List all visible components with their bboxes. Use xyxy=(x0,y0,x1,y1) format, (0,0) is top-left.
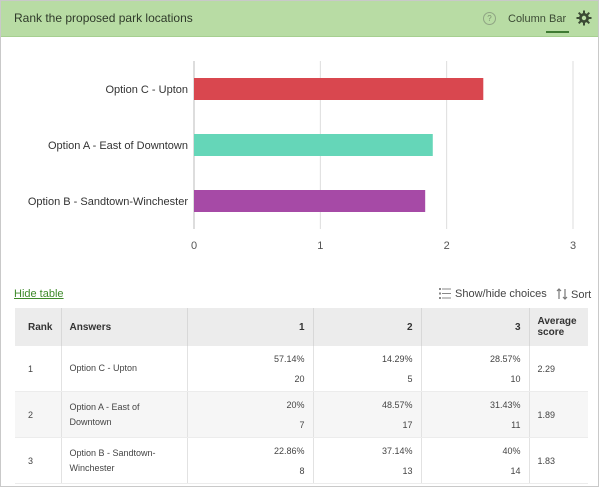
rank-cell: 2 xyxy=(15,391,61,438)
col-header-average-score[interactable]: Average score xyxy=(528,308,588,346)
count-value: 13 xyxy=(402,465,413,476)
survey-result-card: Rank the proposed park locations ? Colum… xyxy=(0,0,599,487)
rank-2-cell: 37.14% 13 xyxy=(312,437,421,484)
answer-cell: Option B - Sandtown-Winchester xyxy=(60,437,187,484)
count-value: 20 xyxy=(294,373,305,384)
x-tick-label: 3 xyxy=(570,240,576,252)
average-score-cell: 2.29 xyxy=(528,346,588,392)
percent-value: 37.14% xyxy=(381,445,413,456)
rank-1-cell: 20% 7 xyxy=(186,391,313,438)
rank-cell: 3 xyxy=(15,437,61,484)
count-value: 17 xyxy=(402,419,413,430)
rank-1-cell: 57.14% 20 xyxy=(186,346,313,392)
rank-2-cell: 14.29% 5 xyxy=(312,346,421,392)
col-header-1[interactable]: 1 xyxy=(186,308,313,346)
count-value: 11 xyxy=(511,419,521,430)
question-title: Rank the proposed park locations xyxy=(14,11,193,25)
rank-2-cell: 48.57% 17 xyxy=(312,391,421,438)
percent-value: 22.86% xyxy=(273,445,305,456)
x-tick-label: 2 xyxy=(444,240,450,252)
count-value: 10 xyxy=(510,373,521,384)
help-icon[interactable]: ? xyxy=(483,12,496,25)
show-hide-choices-label: Show/hide choices xyxy=(455,288,547,300)
category-label: Option A - East of Downtown xyxy=(48,140,188,152)
sort-icon xyxy=(556,288,568,300)
bar xyxy=(194,134,433,156)
tab-bar[interactable]: Bar xyxy=(546,13,570,33)
rank-cell: 1 xyxy=(15,346,61,392)
x-tick-label: 1 xyxy=(317,240,323,252)
x-tick-label: 0 xyxy=(191,240,197,252)
percent-value: 14.29% xyxy=(381,353,413,364)
category-label: Option B - Sandtown-Winchester xyxy=(28,196,189,208)
table-row: 1 Option C - Upton 57.14% 20 14.29% 5 28… xyxy=(15,346,588,392)
rank-3-cell: 31.43% 11 xyxy=(420,391,529,438)
table-header-row: Rank Answers 1 2 3 Average score xyxy=(15,308,588,346)
tab-bar-label: Bar xyxy=(549,13,567,25)
average-score-cell: 1.89 xyxy=(528,391,588,438)
card-header: Rank the proposed park locations ? Colum… xyxy=(1,1,598,37)
active-tab-indicator xyxy=(546,31,570,33)
tab-column[interactable]: Column xyxy=(508,13,546,25)
percent-value: 20% xyxy=(286,399,305,410)
answer-cell: Option C - Upton xyxy=(60,346,187,392)
col-header-2[interactable]: 2 xyxy=(312,308,421,346)
percent-value: 31.43% xyxy=(489,399,521,410)
show-hide-choices-button[interactable]: Show/hide choices xyxy=(439,288,547,300)
count-value: 7 xyxy=(299,419,305,430)
col-header-answers[interactable]: Answers xyxy=(60,308,187,346)
table-row: 3 Option B - Sandtown-Winchester 22.86% … xyxy=(15,437,588,484)
percent-value: 48.57% xyxy=(381,399,413,410)
rank-1-cell: 22.86% 8 xyxy=(186,437,313,484)
percent-value: 28.57% xyxy=(489,353,521,364)
hide-table-link[interactable]: Hide table xyxy=(14,288,64,300)
count-value: 14 xyxy=(510,465,521,476)
count-value: 8 xyxy=(299,465,305,476)
results-table: Rank Answers 1 2 3 Average score 1 Optio… xyxy=(15,308,588,484)
rank-3-cell: 40% 14 xyxy=(420,437,529,484)
col-header-rank[interactable]: Rank xyxy=(15,308,61,346)
col-header-3[interactable]: 3 xyxy=(420,308,529,346)
sort-label: Sort xyxy=(571,289,592,301)
bar xyxy=(194,190,426,212)
percent-value: 40% xyxy=(502,445,521,456)
bar xyxy=(194,78,484,100)
category-label: Option C - Upton xyxy=(105,84,188,96)
gear-icon[interactable] xyxy=(576,10,592,26)
average-score-cell: 1.83 xyxy=(528,437,588,484)
percent-value: 57.14% xyxy=(273,353,305,364)
sort-button[interactable]: Sort xyxy=(556,288,591,301)
answer-cell: Option A - East of Downtown xyxy=(60,391,187,438)
list-icon xyxy=(439,288,451,299)
table-row: 2 Option A - East of Downtown 20% 7 48.5… xyxy=(15,391,588,438)
count-value: 5 xyxy=(407,373,413,384)
rank-3-cell: 28.57% 10 xyxy=(420,346,529,392)
bar-chart: 0 1 2 3 Option C - Upton Option A - East of D… xyxy=(28,61,576,252)
